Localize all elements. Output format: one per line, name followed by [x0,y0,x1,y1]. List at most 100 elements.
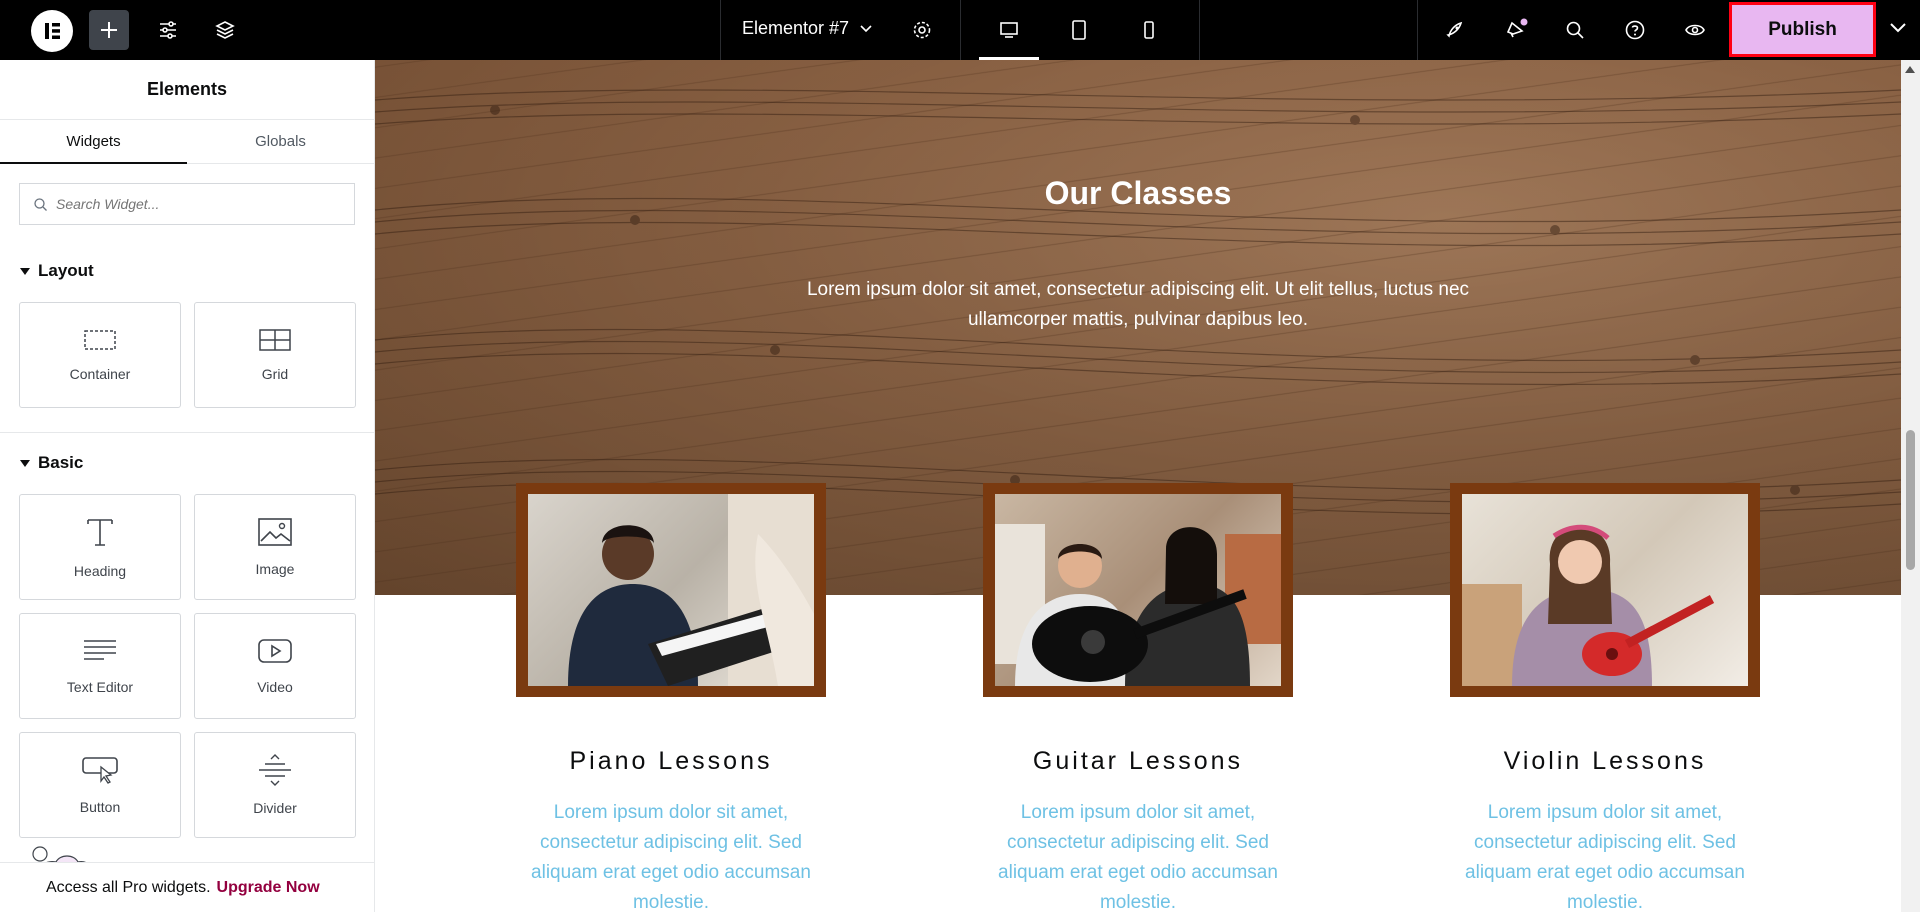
search-icon [34,197,47,211]
scrollbar-thumb[interactable] [1906,430,1915,570]
toolbar-divider [960,0,961,60]
class-card-piano[interactable]: Piano Lessons Lorem ipsum dolor sit amet… [516,483,826,912]
mobile-icon [1144,21,1154,39]
help-icon [1625,20,1645,40]
widget-heading[interactable]: Heading [19,494,181,600]
widget-search[interactable] [19,183,355,225]
widget-container[interactable]: Container [19,302,181,408]
widget-label: Image [255,561,295,577]
search-input[interactable] [56,196,336,212]
widget-label: Video [257,679,293,695]
grid-icon [259,329,291,351]
rocket-icon [1446,21,1463,38]
card-text[interactable]: Lorem ipsum dolor sit amet, consectetur … [983,798,1293,912]
section-title: Basic [38,453,84,472]
card-text[interactable]: Lorem ipsum dolor sit amet, consectetur … [516,798,826,912]
widget-label: Container [69,366,131,382]
container-icon [84,330,116,350]
panel-title: Elements [0,60,374,120]
divider-icon [259,754,291,786]
violin-lesson-photo[interactable] [1462,494,1748,686]
section-description[interactable]: Lorem ipsum dolor sit amet, consectetur … [778,275,1498,335]
image-frame [983,483,1293,697]
tablet-view-button[interactable] [1059,10,1099,50]
piano-player-image-icon [568,494,814,686]
tab-widgets[interactable]: Widgets [0,120,187,164]
toolbar-divider [1417,0,1418,60]
promo-text: Access all Pro widgets. [46,878,211,896]
piano-lesson-photo[interactable] [528,494,814,686]
widget-label: Heading [73,563,127,579]
document-title-dropdown[interactable]: Elementor #7 [742,18,873,39]
widget-label: Grid [261,366,289,382]
structure-button[interactable] [205,10,245,50]
chevron-down-icon [860,24,872,32]
site-settings-button[interactable] [148,10,188,50]
button-icon [82,757,118,784]
canvas-scrollbar[interactable] [1901,60,1920,912]
widget-divider[interactable]: Divider [194,732,356,838]
class-card-violin[interactable]: Violin Lessons Lorem ipsum dolor sit ame… [1450,483,1760,912]
preview-canvas: Our Classes Lorem ipsum dolor sit amet, … [375,60,1901,912]
pro-promo-bar: Access all Pro widgets. Upgrade Now [0,862,374,912]
guitar-lesson-photo[interactable] [995,494,1281,686]
card-title[interactable]: Guitar Lessons [983,747,1293,776]
widget-image[interactable]: Image [194,494,356,600]
publish-button[interactable]: Publish [1729,2,1876,57]
publish-options-button[interactable] [1888,18,1908,43]
notifications-button[interactable] [1496,10,1536,50]
layout-widgets: Container Grid [0,302,374,408]
widget-grid[interactable]: Grid [194,302,356,408]
section-heading[interactable]: Our Classes [375,175,1901,212]
panel-tabs: Widgets Globals [0,120,374,164]
upgrade-link[interactable]: Upgrade Now [217,879,320,897]
megaphone-icon [1506,18,1528,38]
elementor-logo-icon[interactable] [31,10,73,52]
widget-video[interactable]: Video [194,613,356,719]
chevron-down-icon [1890,23,1906,33]
card-title[interactable]: Piano Lessons [516,747,826,776]
launchpad-button[interactable] [1435,10,1475,50]
image-icon [258,518,292,546]
widget-button[interactable]: Button [19,732,181,838]
tab-globals[interactable]: Globals [187,120,374,163]
eye-icon [1685,24,1705,36]
search-icon [1566,21,1584,39]
add-element-button[interactable] [89,10,129,50]
section-divider [0,432,374,433]
heading-icon [87,519,113,546]
image-frame [516,483,826,697]
page-settings-button[interactable] [902,10,942,50]
widget-label: Text Editor [66,679,134,695]
sliders-icon [160,21,176,39]
widget-text-editor[interactable]: Text Editor [19,613,181,719]
desktop-icon [1000,22,1018,38]
section-basic-toggle[interactable]: Basic [0,453,374,473]
card-text[interactable]: Lorem ipsum dolor sit amet, consectetur … [1450,798,1760,912]
text-editor-icon [84,640,116,660]
scroll-up-icon[interactable] [1905,66,1915,73]
elements-panel: Elements Widgets Globals Layout Containe… [0,60,375,912]
class-card-guitar[interactable]: Guitar Lessons Lorem ipsum dolor sit ame… [983,483,1293,912]
card-title[interactable]: Violin Lessons [1450,747,1760,776]
top-bar: Elementor #7 Publish [0,0,1920,60]
caret-down-icon [20,459,30,467]
section-layout-toggle[interactable]: Layout [0,261,374,281]
guitar-player-image-icon [995,524,1281,686]
help-button[interactable] [1615,10,1655,50]
gear-icon [913,21,931,39]
desktop-view-button[interactable] [979,10,1039,60]
preview-button[interactable] [1675,10,1715,50]
layers-icon [215,21,235,39]
image-frame [1450,483,1760,697]
toolbar-divider [1199,0,1200,60]
ukulele-player-image-icon [1462,524,1715,686]
caret-down-icon [20,267,30,275]
tablet-icon [1072,20,1086,40]
widget-label: Button [79,799,121,815]
video-icon [258,639,292,663]
basic-widgets: Heading Image Text Editor Video Button D… [0,494,374,838]
plus-icon [101,22,117,38]
search-button[interactable] [1555,10,1595,50]
mobile-view-button[interactable] [1129,10,1169,50]
